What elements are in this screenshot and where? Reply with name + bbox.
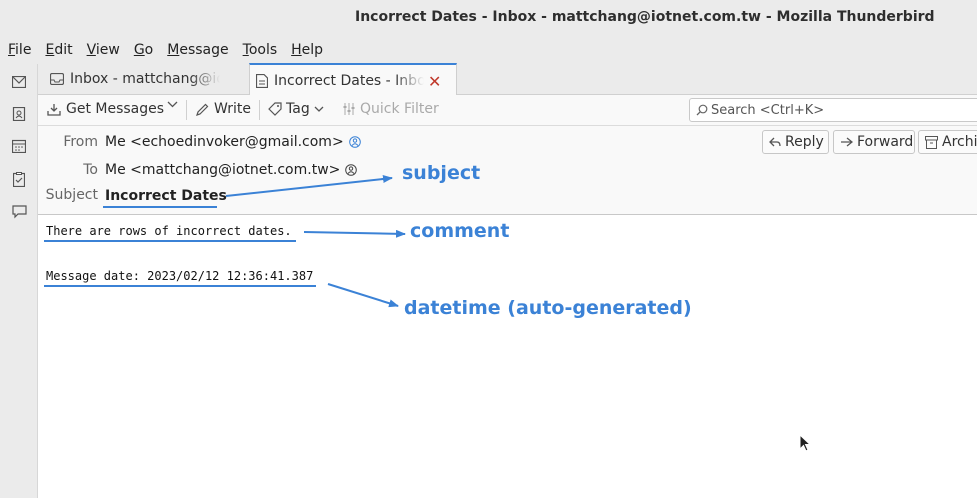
reply-icon (769, 137, 781, 148)
search-placeholder: Search <Ctrl+K> (711, 102, 825, 118)
search-icon (696, 104, 708, 116)
chat-icon[interactable] (10, 203, 28, 221)
spaces-toolbar (0, 64, 38, 498)
forward-icon (840, 136, 853, 148)
get-messages-button[interactable]: Get Messages (47, 101, 164, 117)
close-icon[interactable]: ✕ (428, 72, 441, 91)
to-value[interactable]: Me <mattchang@iotnet.com.tw> (105, 162, 358, 178)
archive-button[interactable]: Archive (918, 130, 977, 154)
mail-icon[interactable] (10, 73, 28, 91)
menu-tools[interactable]: Tools (243, 42, 278, 58)
calendar-icon[interactable] (10, 137, 28, 155)
contact-icon[interactable] (348, 136, 361, 148)
menu-edit[interactable]: Edit (45, 42, 72, 58)
inbox-icon (50, 73, 64, 85)
subject-value: Incorrect Dates (105, 188, 227, 204)
address-book-icon[interactable] (10, 105, 28, 123)
window-title: Incorrect Dates - Inbox - mattchang@iotn… (355, 9, 935, 25)
from-label: From (63, 134, 98, 150)
message-date-text: Message date: 2023/02/12 12:36:41.387 (46, 269, 314, 283)
menu-help[interactable]: Help (291, 42, 323, 58)
chevron-down-icon (167, 101, 178, 108)
forward-button[interactable]: Forward (833, 130, 915, 154)
mouse-cursor-icon (799, 434, 811, 452)
comment-underline (44, 240, 296, 242)
tab-incorrect-dates[interactable]: Incorrect Dates - Inbox ✕ (249, 63, 457, 97)
menu-message[interactable]: Message (167, 42, 228, 58)
from-value[interactable]: Me <echoedinvoker@gmail.com> (105, 134, 361, 150)
datetime-underline (44, 285, 316, 287)
annotation-comment: comment (410, 220, 510, 242)
annotation-datetime: datetime (auto-generated) (404, 297, 692, 319)
tag-button[interactable]: Tag (268, 101, 324, 117)
message-header: From Me <echoedinvoker@gmail.com> To Me … (38, 126, 977, 215)
menu-file[interactable]: File (8, 42, 31, 58)
chevron-down-icon (314, 106, 324, 113)
message-icon (256, 74, 268, 88)
download-icon (47, 103, 61, 116)
search-input[interactable]: Search <Ctrl+K> (689, 98, 977, 122)
comment-text: There are rows of incorrect dates. (46, 224, 292, 238)
quick-filter-button[interactable]: Quick Filter (342, 101, 439, 117)
menu-view[interactable]: View (87, 42, 120, 58)
filter-icon (342, 103, 355, 115)
tag-icon (268, 102, 282, 116)
get-messages-dropdown[interactable] (167, 101, 178, 108)
write-button[interactable]: Write (196, 101, 251, 117)
tab-incorrect-dates-label: Incorrect Dates - Inbox (274, 73, 424, 89)
archive-icon (925, 135, 938, 149)
to-label: To (83, 162, 98, 178)
window-titlebar: Incorrect Dates - Inbox - mattchang@iotn… (0, 0, 977, 37)
annotation-subject: subject (402, 162, 481, 184)
tasks-icon[interactable] (10, 170, 28, 188)
reply-button[interactable]: Reply (762, 130, 829, 154)
pencil-icon (196, 103, 209, 116)
contact-icon[interactable] (345, 164, 358, 176)
mail-toolbar: Get Messages Write Tag Quick Filter Sear… (38, 95, 977, 126)
message-body: There are rows of incorrect dates. Messa… (38, 215, 977, 498)
menu-go[interactable]: Go (134, 42, 153, 58)
tab-inbox-label: Inbox - mattchang@iotnet.com.tw (70, 71, 220, 87)
tab-bar: Inbox - mattchang@iotnet.com.tw Incorrec… (38, 63, 977, 97)
subject-label: Subject (45, 187, 98, 203)
menu-bar: File Edit View Go Message Tools Help (0, 36, 977, 64)
tab-inbox[interactable]: Inbox - mattchang@iotnet.com.tw (44, 64, 248, 94)
subject-underline (103, 206, 217, 208)
